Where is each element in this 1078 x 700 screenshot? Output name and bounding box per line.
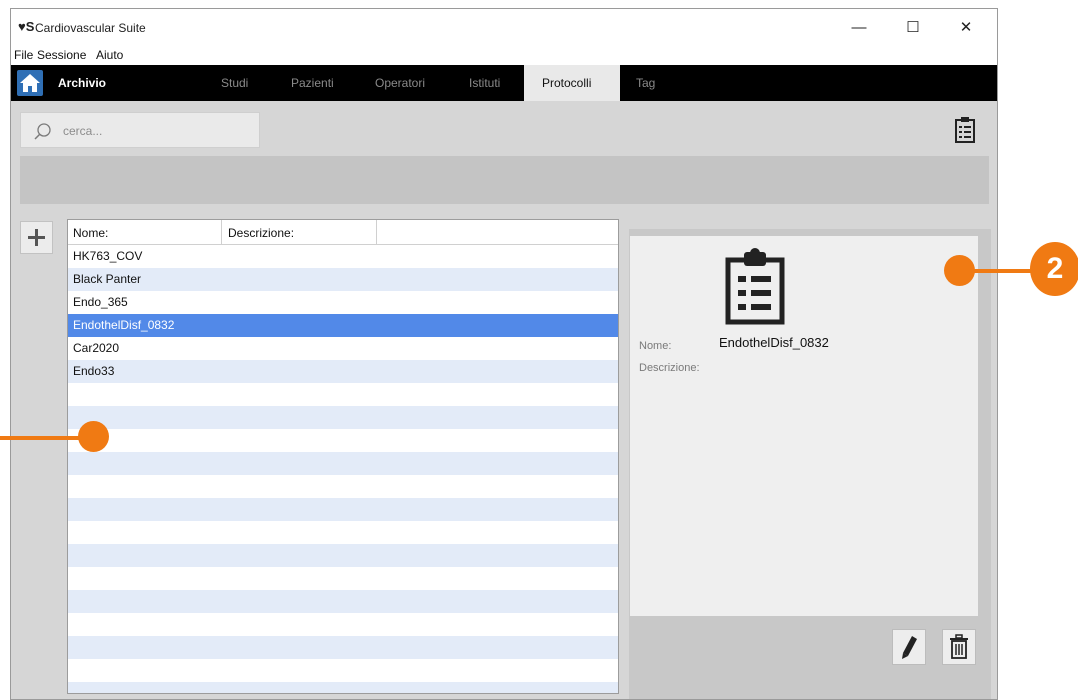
list-item-empty[interactable] [68,636,618,659]
home-button[interactable] [17,70,43,96]
callout-line-left [0,436,90,440]
list-item-empty[interactable] [68,406,618,429]
list-item-empty[interactable] [68,452,618,475]
list-item-empty[interactable] [68,659,618,682]
clipboard-icon [725,248,785,325]
pencil-icon [902,636,917,659]
list-item-empty[interactable] [68,475,618,498]
tab-operatori[interactable]: Operatori [375,76,425,90]
list-item[interactable]: EndothelDisf_0832 [68,314,618,337]
edit-button[interactable] [892,629,926,665]
callout-badge: 2 [1030,242,1078,296]
menu-sessione[interactable]: Sessione [37,48,86,62]
add-protocol-button[interactable] [20,221,53,254]
list-item-empty[interactable] [68,544,618,567]
app-logo: ♥S [18,19,35,34]
list-item-empty[interactable] [68,590,618,613]
list-item-empty[interactable] [68,521,618,544]
search-icon [34,123,51,140]
list-item-empty[interactable] [68,498,618,521]
tab-pazienti[interactable]: Pazienti [291,76,334,90]
list-header: Nome: Descrizione: [68,220,618,245]
list-rows: HK763_COV Black Panter Endo_365 EndothelDis… [68,245,618,693]
column-divider [221,220,222,245]
list-item[interactable]: HK763_COV [68,245,618,268]
column-header-descrizione[interactable]: Descrizione: [228,226,294,240]
detail-card: Nome: EndothelDisf_0832 Descrizione: [630,236,978,616]
nav-archivio[interactable]: Archivio [58,76,106,90]
tab-studi[interactable]: Studi [221,76,248,90]
delete-button[interactable] [942,629,976,665]
search-input[interactable]: cerca... [63,124,102,138]
tab-tag[interactable]: Tag [636,76,655,90]
detail-description-label: Descrizione: [639,362,700,374]
menu-aiuto[interactable]: Aiuto [96,48,123,62]
protocol-list: Nome: Descrizione: HK763_COV Black Panter… [67,219,619,694]
callout-dot-right [944,255,975,286]
search-box[interactable]: cerca... [20,112,260,148]
callout-dot-left [78,421,109,452]
close-button[interactable]: ✕ [946,15,986,41]
column-header-nome[interactable]: Nome: [73,226,108,240]
list-item[interactable]: Endo_365 [68,291,618,314]
column-divider [376,220,377,245]
detail-name-label: Nome: [639,340,672,352]
menu-file[interactable]: File [14,48,33,62]
list-item[interactable]: Black Panter [68,268,618,291]
list-item-empty[interactable] [68,567,618,590]
filter-strip [20,156,989,204]
list-item-empty[interactable] [68,429,618,452]
home-icon [20,74,40,92]
title-bar: ♥S Cardiovascular Suite — ☐ ✕ [11,9,997,45]
list-item-empty[interactable] [68,682,618,693]
tab-istituti[interactable]: Istituti [469,76,500,90]
trash-icon [950,634,968,659]
protocol-menu-button[interactable] [954,116,976,147]
window-title: Cardiovascular Suite [35,21,146,35]
minimize-button[interactable]: — [839,15,879,41]
app-window: ♥S Cardiovascular Suite — ☐ ✕ File Sessi… [10,8,998,700]
list-item[interactable]: Endo33 [68,360,618,383]
maximize-button[interactable]: ☐ [893,15,933,41]
menu-bar: File Sessione Aiuto [11,45,997,65]
detail-name-value: EndothelDisf_0832 [719,335,829,350]
clipboard-icon [955,117,975,143]
plus-icon [28,229,45,246]
tab-protocolli[interactable]: Protocolli [524,65,620,101]
list-item[interactable]: Car2020 [68,337,618,360]
nav-bar: Archivio Studi Pazienti Operatori Istitu… [11,65,997,101]
list-item-empty[interactable] [68,613,618,636]
list-item-empty[interactable] [68,383,618,406]
